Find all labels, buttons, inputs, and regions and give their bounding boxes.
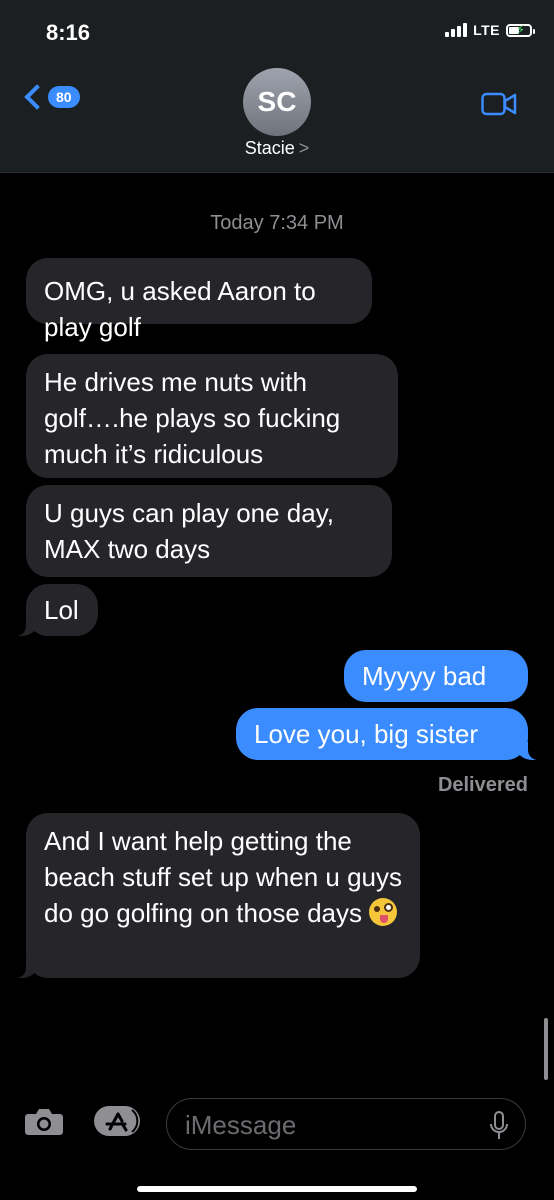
facetime-video-icon[interactable] [481, 91, 517, 122]
composer-bar [0, 1090, 554, 1160]
imessage-input-field[interactable] [166, 1098, 526, 1150]
message-text: U guys can play one day, MAX two days [44, 498, 335, 564]
status-time: 8:16 [46, 20, 91, 45]
microphone-icon[interactable] [489, 1111, 509, 1146]
signal-icon [445, 23, 468, 37]
back-button[interactable]: 80 [22, 84, 80, 110]
network-label: LTE [473, 22, 500, 38]
message-bubble-incoming[interactable]: U guys can play one day, MAX two days [26, 485, 392, 577]
scrollbar[interactable] [544, 1018, 548, 1080]
message-bubble-outgoing[interactable]: Love you, big sister [236, 708, 548, 760]
battery-icon: ⚡ [506, 22, 535, 37]
chevron-right-icon: > [298, 138, 310, 158]
message-bubble-incoming[interactable]: Lol [6, 584, 98, 636]
message-text: Myyyy bad [362, 661, 487, 691]
message-text: Lol [44, 595, 79, 625]
app-store-icon[interactable] [92, 1104, 142, 1143]
delivered-status: Delivered [437, 774, 528, 796]
zany-face-emoji-icon [369, 898, 398, 926]
conversation-timestamp: Today 7:34 PM [210, 212, 344, 234]
message-bubble-incoming[interactable]: He drives me nuts with golf….he plays so… [26, 354, 398, 478]
camera-icon[interactable] [24, 1106, 64, 1141]
contact-name: Stacie [244, 138, 295, 158]
nav-header: 8:16 LTE ⚡ 80 SC Stacie > [0, 0, 554, 173]
message-bubble-incoming[interactable]: And I want help getting the beach stuff … [6, 813, 420, 978]
message-input[interactable] [183, 1109, 477, 1141]
contact-avatar[interactable]: SC [243, 68, 311, 136]
chevron-left-icon [24, 84, 50, 110]
message-text: And I want help getting the beach stuff … [44, 826, 402, 928]
status-indicators: LTE ⚡ [445, 22, 535, 38]
message-bubble-incoming[interactable]: OMG, u asked Aaron to play golf [26, 258, 372, 342]
message-text: OMG, u asked Aaron to play golf [44, 276, 316, 342]
home-indicator[interactable] [137, 1186, 417, 1192]
message-bubble-outgoing[interactable]: Myyyy bad [344, 650, 528, 702]
message-text: Love you, big sister [254, 719, 479, 749]
contact-name-button[interactable]: Stacie > [0, 138, 554, 159]
message-text: He drives me nuts with golf….he plays so… [44, 367, 341, 469]
unread-count-badge: 80 [48, 86, 80, 108]
